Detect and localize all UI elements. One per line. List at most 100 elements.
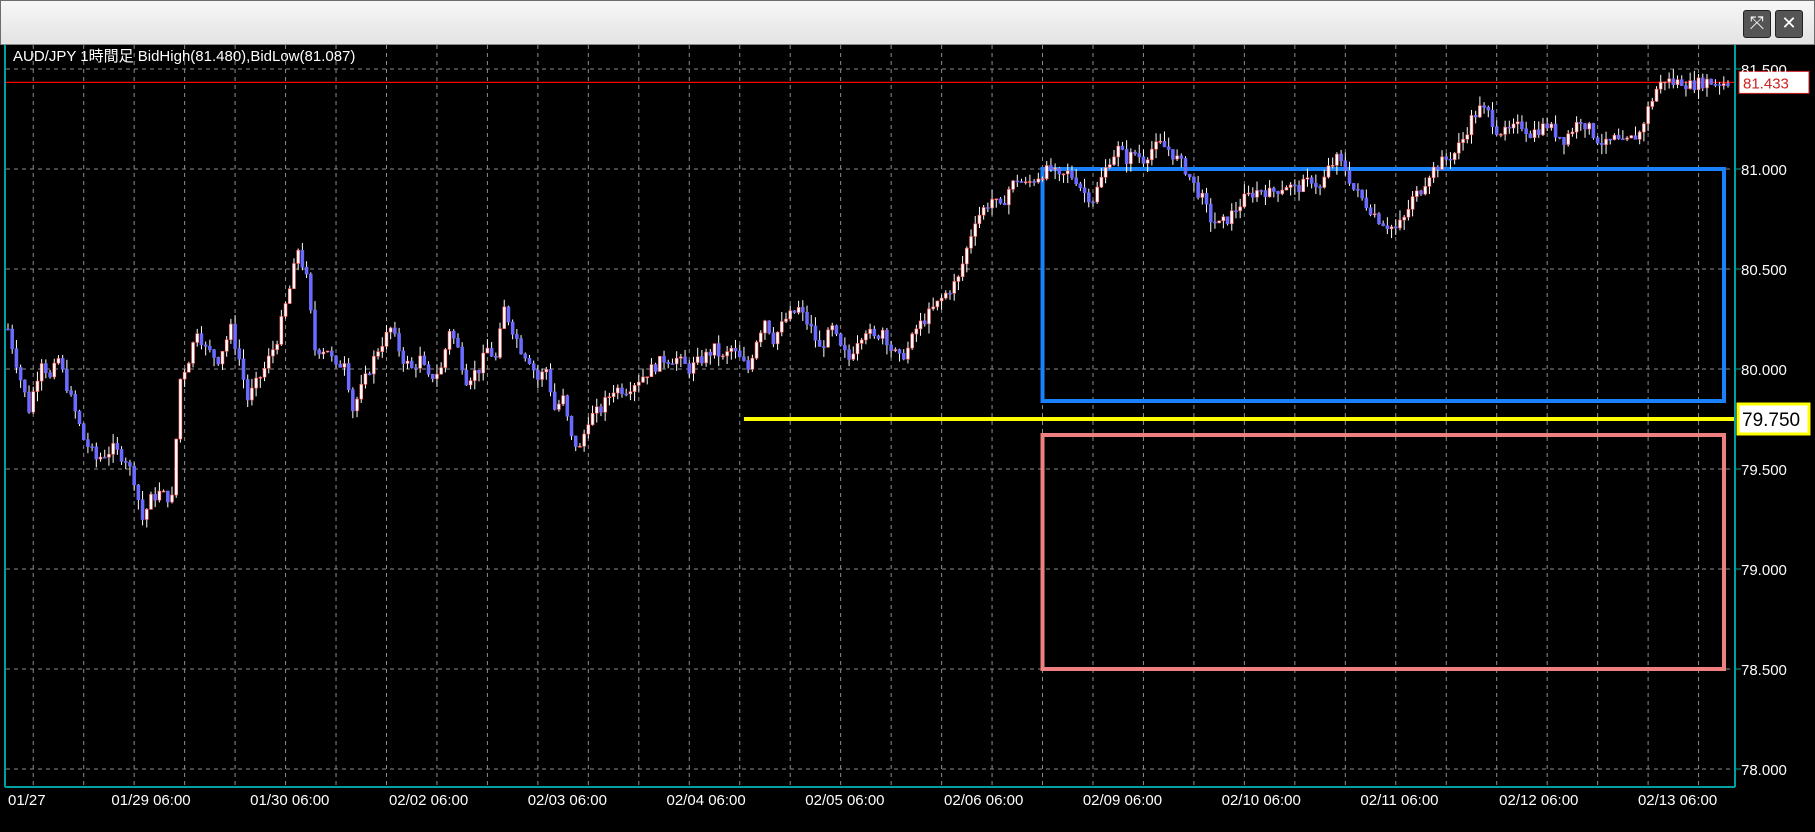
x-tick-label: 02/04 06:00 <box>667 792 746 809</box>
candle-body <box>60 358 65 370</box>
candle-body <box>229 323 233 341</box>
candle-body <box>653 364 658 372</box>
candle-body <box>1162 141 1167 148</box>
candle-body <box>1616 134 1621 140</box>
candle-body <box>771 332 776 345</box>
candle-body <box>1061 173 1066 176</box>
candle-body <box>1726 83 1730 86</box>
candle-body <box>658 356 662 372</box>
candle-body <box>700 356 704 364</box>
expand-arrows-icon[interactable]: ⤧ <box>1743 10 1771 38</box>
candle-body <box>1368 207 1373 216</box>
candle-body <box>321 351 326 355</box>
candle-body <box>1713 84 1718 86</box>
candle-body <box>1528 133 1533 138</box>
candle-body <box>1515 121 1520 125</box>
candle-body <box>1154 141 1158 150</box>
y-tick-label: 79.500 <box>1741 462 1787 479</box>
candle-body <box>1137 153 1142 158</box>
candle-body <box>695 356 700 363</box>
candle-body <box>56 358 61 364</box>
candle-body <box>1314 182 1318 188</box>
candle-body <box>1330 165 1335 167</box>
candle-body <box>27 391 31 413</box>
candle-body <box>582 433 586 447</box>
candle-body <box>1335 153 1339 166</box>
candle-body <box>250 387 254 401</box>
candle-body <box>376 351 380 357</box>
candle-body <box>998 198 1003 204</box>
candle-body <box>384 331 389 347</box>
candle-body <box>855 343 860 355</box>
candle-body <box>1040 178 1045 180</box>
candle-body <box>1503 126 1507 135</box>
candle-body <box>536 369 540 380</box>
candle-body <box>1356 188 1360 191</box>
candle-body <box>1112 156 1116 165</box>
x-tick-label: 02/06 06:00 <box>944 792 1023 809</box>
candle-body <box>1251 192 1255 198</box>
candle-body <box>1179 155 1184 159</box>
candle-body <box>309 273 313 311</box>
candle-body <box>1242 193 1247 208</box>
candle-body <box>1469 115 1474 136</box>
candle-body <box>725 351 729 357</box>
candle-body <box>616 387 620 394</box>
x-tick-label: 02/09 06:00 <box>1083 792 1162 809</box>
candle-body <box>208 345 212 351</box>
candle-body <box>1486 107 1491 111</box>
candle-body <box>157 490 162 501</box>
candle-body <box>18 367 23 381</box>
candle-body <box>708 351 713 356</box>
candle-body <box>1087 192 1091 203</box>
candle-body <box>195 333 200 343</box>
x-tick-label: 02/05 06:00 <box>805 792 884 809</box>
window-titlebar[interactable]: ⤧ ✕ <box>1 1 1814 45</box>
candle-body <box>872 328 877 337</box>
candle-body <box>1150 148 1154 161</box>
candle-body <box>1457 142 1461 154</box>
candle-body <box>1642 123 1646 133</box>
x-tick-label: 02/02 06:00 <box>389 792 468 809</box>
candle-body <box>409 360 414 368</box>
candle-body <box>1549 123 1554 129</box>
candle-body <box>359 384 364 400</box>
candle-body <box>1637 131 1642 140</box>
candle-body <box>830 325 835 331</box>
candle-body <box>203 344 208 347</box>
close-icon[interactable]: ✕ <box>1775 10 1803 38</box>
candle-body <box>153 493 157 501</box>
yellow-level-label: 79.750 <box>1742 410 1800 431</box>
candle-body <box>317 349 321 355</box>
candle-body <box>187 363 191 373</box>
candle-body <box>435 373 439 380</box>
candle-body <box>1229 210 1234 225</box>
candle-body <box>1280 189 1285 195</box>
candle-body <box>931 306 935 310</box>
candle-body <box>1671 78 1676 85</box>
candle-body <box>885 329 889 346</box>
candle-body <box>1650 101 1655 107</box>
candle-body <box>254 377 258 389</box>
candle-body <box>119 449 124 462</box>
candle-body <box>338 363 342 368</box>
candle-body <box>649 364 654 378</box>
candle-body <box>531 363 536 371</box>
candlestick-chart[interactable]: 81.43379.750 78.00078.50079.00079.50080.… <box>0 40 1815 827</box>
chart-area[interactable]: 81.433 79.750 78.000 78.500 79.000 79.500 80.… <box>0 40 1815 827</box>
candle-body <box>380 346 385 352</box>
candle-body <box>792 310 797 313</box>
candle-body <box>918 320 923 330</box>
candle-body <box>48 372 52 378</box>
candle-body <box>161 490 166 493</box>
candle-body <box>716 343 721 357</box>
y-tick-label: 81.000 <box>1741 162 1787 179</box>
candle-body <box>1095 186 1099 203</box>
candle-body <box>519 338 523 355</box>
candle-body <box>287 288 292 304</box>
candle-body <box>599 406 603 413</box>
candle-body <box>90 446 94 449</box>
candle-body <box>266 355 271 369</box>
candle-body <box>283 303 288 317</box>
candle-body <box>1499 134 1503 136</box>
